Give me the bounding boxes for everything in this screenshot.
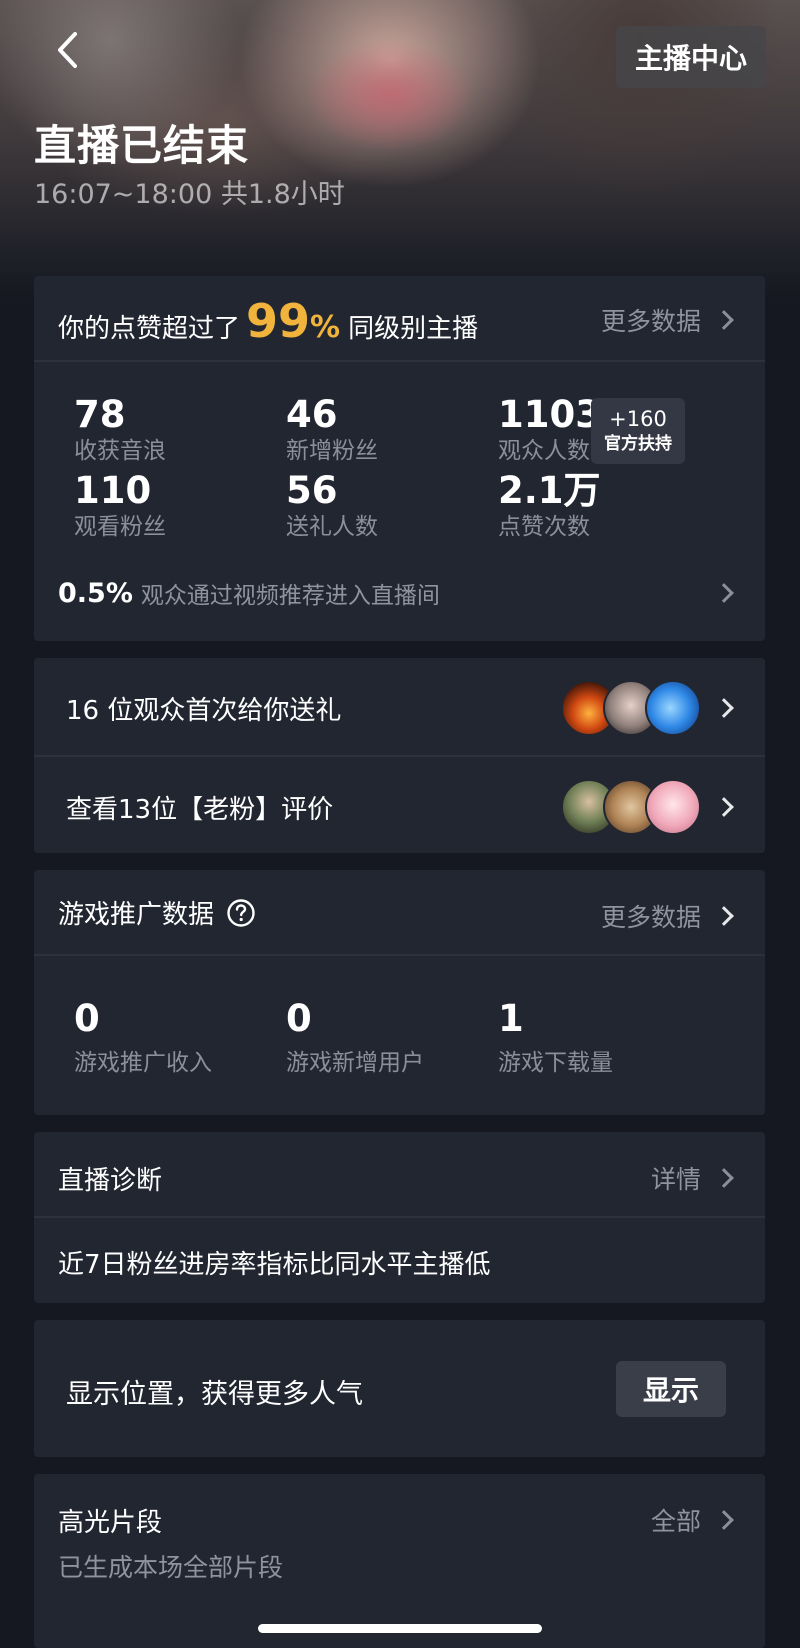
recommend-value: 0.5% [58, 577, 133, 609]
game-promo-card: 游戏推广数据 更多数据 0 游戏推广收入 0 游戏新增用户 1 游戏下载量 [34, 870, 765, 1115]
all-label: 全部 [650, 1507, 701, 1536]
stat-label: 游戏新增用户 [286, 1050, 424, 1076]
likes-percent: 99 [246, 294, 311, 348]
stat-game-new-users: 0 游戏新增用户 [286, 998, 424, 1078]
diagnosis-detail-link[interactable]: 详情 [650, 1160, 734, 1196]
stat-value: 1 [498, 997, 524, 1040]
divider [34, 954, 765, 956]
divider [34, 360, 765, 362]
highlights-title: 高光片段 [58, 1508, 163, 1538]
fans-review-row[interactable]: 查看13位【老粉】评价 [34, 757, 765, 853]
summary-card: 你的点赞超过了 99 % 同级别主播 更多数据 78 收获音浪 46 新增粉丝 … [34, 276, 765, 641]
stat-watching-fans: 110 观看粉丝 [74, 470, 166, 542]
stat-likes: 2.1万 点赞次数 [498, 470, 601, 542]
stat-value: 0 [286, 997, 312, 1040]
chevron-right-icon [714, 1510, 734, 1530]
more-data-label: 更多数据 [600, 307, 701, 336]
chevron-right-icon [714, 797, 734, 817]
stat-label: 点赞次数 [498, 514, 590, 540]
chevron-right-icon [714, 906, 734, 926]
help-icon[interactable] [226, 898, 256, 928]
highlights-all-link[interactable]: 全部 [650, 1502, 734, 1538]
anchor-center-button[interactable]: 主播中心 [616, 26, 766, 88]
highlights-card: 高光片段 全部 已生成本场全部片段 [34, 1474, 765, 1648]
badge-value: +160 [609, 407, 667, 431]
likes-prefix: 你的点赞超过了 [58, 314, 241, 344]
diagnosis-text: 近7日粉丝进房率指标比同水平主播低 [58, 1250, 491, 1280]
divider [34, 1216, 765, 1218]
highlights-subtitle: 已生成本场全部片段 [58, 1553, 284, 1582]
gifts-card: 16 位观众首次给你送礼 查看13位【老粉】评价 [34, 658, 765, 853]
location-text: 显示位置，获得更多人气 [66, 1379, 363, 1410]
recommend-text: 观众通过视频推荐进入直播间 [140, 583, 440, 609]
chevron-right-icon [714, 310, 734, 330]
stat-value: 56 [286, 469, 338, 512]
stat-value: 1103 [498, 393, 601, 436]
recommend-chevron[interactable] [714, 583, 734, 603]
home-indicator[interactable] [258, 1624, 542, 1633]
back-button[interactable] [44, 26, 92, 74]
stat-sound-waves: 78 收获音浪 [74, 394, 166, 466]
chevron-right-icon [714, 698, 734, 718]
stat-value: 110 [74, 469, 152, 512]
game-more-data-link[interactable]: 更多数据 [600, 898, 734, 934]
gift-avatars [561, 680, 701, 736]
stat-label: 观众人数 [498, 438, 590, 464]
location-card: 显示位置，获得更多人气 显示 [34, 1320, 765, 1457]
more-data-label: 更多数据 [600, 903, 701, 932]
stat-label: 游戏推广收入 [74, 1050, 212, 1076]
stat-label: 游戏下载量 [498, 1050, 613, 1076]
page-title: 直播已结束 [34, 121, 250, 170]
fans-review-text: 查看13位【老粉】评价 [66, 795, 334, 825]
first-gift-text: 16 位观众首次给你送礼 [66, 696, 342, 726]
likes-percent-sign: % [310, 310, 341, 345]
chevron-left-icon [58, 32, 77, 68]
stat-label: 送礼人数 [286, 514, 378, 540]
detail-label: 详情 [650, 1165, 701, 1194]
stat-value: 46 [286, 393, 338, 436]
official-support-badge: +160 官方扶持 [591, 398, 685, 464]
stat-label: 观看粉丝 [74, 514, 166, 540]
stat-label: 新增粉丝 [286, 438, 378, 464]
more-data-link[interactable]: 更多数据 [600, 302, 734, 338]
show-location-button[interactable]: 显示 [616, 1361, 726, 1417]
game-promo-header: 游戏推广数据 [58, 894, 256, 931]
fan-avatars [561, 779, 701, 835]
live-time-range: 16:07~18:00 共1.8小时 [34, 179, 345, 210]
fans-review-right [561, 779, 734, 835]
stat-game-income: 0 游戏推广收入 [74, 998, 212, 1078]
stat-game-downloads: 1 游戏下载量 [498, 998, 613, 1078]
stat-value: 0 [74, 997, 100, 1040]
chevron-right-icon [714, 583, 734, 603]
diagnosis-card: 直播诊断 详情 近7日粉丝进房率指标比同水平主播低 [34, 1132, 765, 1303]
chevron-right-icon [714, 1168, 734, 1188]
first-gift-row[interactable]: 16 位观众首次给你送礼 [34, 658, 765, 755]
game-promo-title: 游戏推广数据 [58, 900, 215, 930]
avatar [645, 779, 701, 835]
badge-label: 官方扶持 [604, 434, 672, 454]
stat-new-fans: 46 新增粉丝 [286, 394, 378, 466]
likes-suffix: 同级别主播 [348, 314, 479, 344]
stat-value: 78 [74, 393, 126, 436]
stat-value: 2.1万 [498, 469, 601, 512]
recommend-row[interactable]: 0.5% 观众通过视频推荐进入直播间 [58, 576, 440, 610]
likes-rank-row[interactable]: 你的点赞超过了 99 % 同级别主播 [58, 294, 479, 348]
stat-gift-senders: 56 送礼人数 [286, 470, 378, 542]
diagnosis-title: 直播诊断 [58, 1166, 163, 1196]
stat-viewers: 1103 观众人数 [498, 394, 601, 466]
avatar [645, 680, 701, 736]
first-gift-right [561, 680, 734, 736]
stat-label: 收获音浪 [74, 438, 166, 464]
